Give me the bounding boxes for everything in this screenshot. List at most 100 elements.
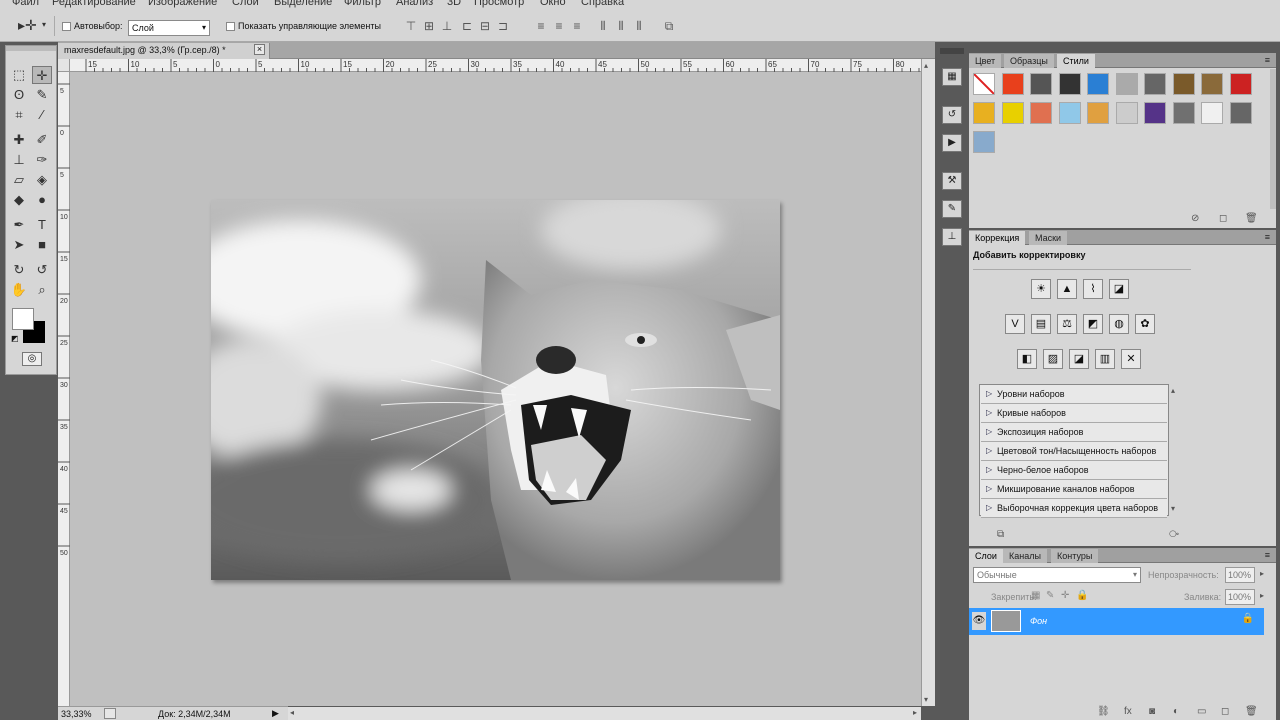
status-arrow-icon[interactable]: ▶ [272,708,279,719]
distribute-top-icon[interactable]: ≡ [532,18,550,34]
actions-panel-icon[interactable]: ▶ [942,134,962,152]
tab-paths[interactable]: Контуры [1051,549,1099,563]
brushes-panel-icon[interactable]: ✎ [942,200,962,218]
auto-align-icon[interactable]: ⧉ [660,18,678,34]
list-item[interactable]: ▷ Цветовой тон/Насыщенность наборов [981,443,1167,461]
paint-bucket-icon[interactable]: ◈ [32,171,52,189]
style-swatch[interactable] [1001,73,1024,95]
zoom-level[interactable]: 33,33% [61,709,92,719]
style-swatch[interactable] [973,102,995,124]
distribute-vcenter-icon[interactable]: ≡ [550,18,568,34]
levels-icon[interactable]: ▲ [1057,279,1077,299]
align-bottom-icon[interactable]: ⊥ [438,18,456,34]
layer-row-background[interactable]: 👁 Фон 🔒 [969,608,1264,635]
color-balance-icon[interactable]: ⚖ [1057,314,1077,334]
horizontal-ruler[interactable]: 15 10 5 0 5 10 15 20 25 30 35 40 45 50 55 60 65 70 75 80 [70,59,921,72]
crop-tool-icon[interactable]: ⌗ [9,106,29,124]
fill-arrow-icon[interactable]: ▸ [1260,591,1264,600]
scroll-up-icon[interactable]: ▴ [924,61,928,70]
distribute-left-icon[interactable]: ⦀ [594,18,612,34]
rectangle-tool-icon[interactable]: ■ [32,236,52,254]
clip-to-layer-icon[interactable]: ⧉ [997,529,1004,540]
menu-image[interactable]: Изображение [148,0,217,8]
document-tab[interactable]: maxresdefault.jpg @ 33,3% (Гр.сер./8) * … [58,43,270,59]
channel-mixer-icon[interactable]: ✿ [1135,314,1155,334]
horizontal-scrollbar[interactable]: ◂ ▸ [288,707,921,720]
dodge-tool-icon[interactable]: ● [32,191,52,209]
style-swatch[interactable] [1115,102,1138,124]
style-swatch[interactable] [1144,102,1166,124]
list-item[interactable]: ▷ Черно-белое наборов [981,462,1167,480]
style-swatch[interactable] [973,131,995,153]
selective-color-icon[interactable]: ✕ [1121,349,1141,369]
quick-select-tool-icon[interactable]: ✎ [32,86,52,104]
new-group-icon[interactable]: ▭ [1197,706,1206,717]
panel-menu-icon[interactable]: ≡ [1265,232,1270,242]
style-swatch[interactable] [1172,73,1195,95]
style-swatch[interactable] [1030,102,1052,124]
style-swatch[interactable] [1172,102,1195,124]
menu-file[interactable]: Файл [12,0,39,8]
tab-adjustments[interactable]: Коррекция [969,231,1026,245]
blend-mode-select[interactable]: Обычные ▾ [973,567,1141,583]
list-item[interactable]: ▷ Уровни наборов [981,386,1167,404]
tools-panel-grip[interactable] [6,46,56,51]
eyedropper-tool-icon[interactable]: ⁄ [32,106,52,124]
opacity-field[interactable]: 100% [1225,567,1255,583]
style-swatch[interactable] [1058,102,1081,124]
menu-window[interactable]: Окно [540,0,566,8]
show-controls-checkbox[interactable] [226,22,235,31]
visibility-eye-icon[interactable]: 👁 [972,612,986,630]
blur-tool-icon[interactable]: ◆ [9,191,29,209]
brightness-contrast-icon[interactable]: ☀ [1031,279,1051,299]
clear-style-icon[interactable]: ⊘ [1191,213,1199,224]
path-select-icon[interactable]: ➤ [9,236,29,254]
gradient-map-icon[interactable]: ▥ [1095,349,1115,369]
marquee-tool-icon[interactable]: ⬚ [9,66,29,84]
clone-source-panel-icon[interactable]: ⊥ [942,228,962,246]
delete-style-icon[interactable]: 🗑 [1245,213,1258,224]
tab-styles[interactable]: Стили [1057,54,1095,68]
history-panel-icon[interactable]: ↺ [942,106,962,124]
lock-position-icon[interactable]: ✛ [1061,590,1069,601]
align-right-icon[interactable]: ⊐ [494,18,512,34]
tab-masks[interactable]: Маски [1029,231,1068,245]
style-swatch[interactable] [1201,102,1223,124]
tab-channels[interactable]: Каналы [1003,549,1047,563]
vertical-scrollbar[interactable]: ▴ ▾ [921,59,935,706]
curves-icon[interactable]: ⌇ [1083,279,1103,299]
align-left-icon[interactable]: ⊏ [458,18,476,34]
styles-scrollbar[interactable] [1270,69,1276,209]
3d-orbit-icon[interactable]: ↺ [32,261,52,279]
scroll-right-icon[interactable]: ▸ [913,708,917,717]
close-tab-button[interactable]: × [254,44,265,55]
list-item[interactable]: ▷ Выборочная коррекция цвета наборов [981,500,1167,518]
histogram-panel-icon[interactable]: ▦ [942,68,962,86]
foreground-color-swatch[interactable] [12,308,34,330]
status-menu-icon[interactable] [104,708,116,719]
menu-layers[interactable]: Слои [232,0,259,8]
style-swatch[interactable] [1001,102,1024,124]
list-item[interactable]: ▷ Микширование каналов наборов [981,481,1167,499]
style-swatch[interactable] [973,73,995,95]
style-swatch[interactable] [1229,102,1252,124]
distribute-bottom-icon[interactable]: ≡ [568,18,586,34]
panel-menu-icon[interactable]: ≡ [1265,55,1270,65]
panel-menu-icon[interactable]: ≡ [1265,550,1270,560]
distribute-hcenter-icon[interactable]: ⦀ [612,18,630,34]
list-item[interactable]: ▷ Кривые наборов [981,405,1167,423]
vertical-ruler[interactable]: 5 0 5 10 15 20 25 30 35 40 45 50 [58,72,70,706]
lock-all-icon[interactable]: 🔒 [1076,590,1088,601]
menu-analysis[interactable]: Анализ [396,0,433,8]
style-swatch[interactable] [1144,73,1166,95]
posterize-icon[interactable]: ▨ [1043,349,1063,369]
distribute-right-icon[interactable]: ⦀ [630,18,648,34]
add-mask-icon[interactable]: ◙ [1149,706,1155,717]
link-layers-icon[interactable]: ⛓ [1097,706,1110,717]
tab-swatches[interactable]: Образцы [1004,54,1054,68]
opacity-arrow-icon[interactable]: ▸ [1260,569,1264,578]
style-swatch[interactable] [1087,73,1109,95]
style-swatch[interactable] [1201,73,1223,95]
tab-layers[interactable]: Слои [969,549,1003,563]
scroll-down-icon[interactable]: ▾ [1171,504,1175,513]
